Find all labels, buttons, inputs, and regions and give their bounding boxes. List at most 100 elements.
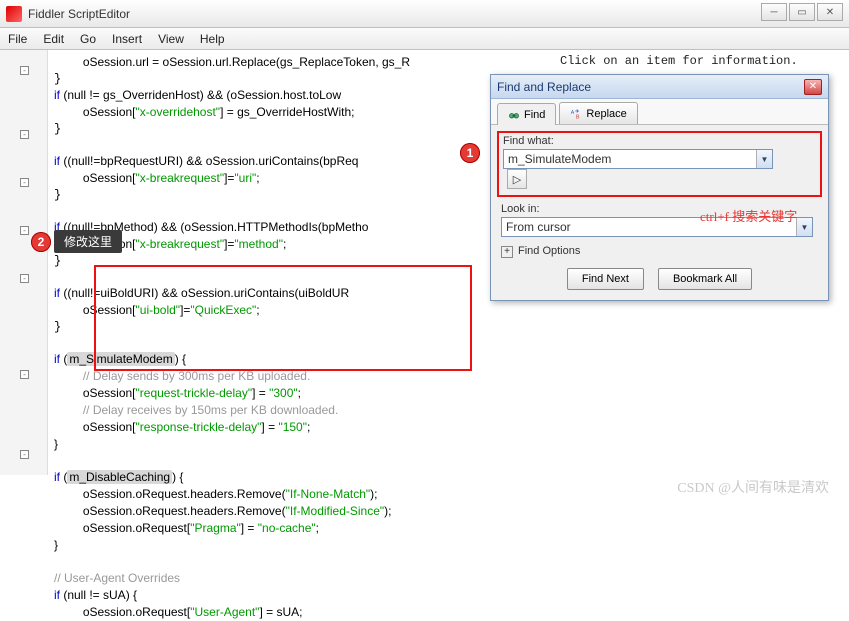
code-text: } [54, 538, 58, 552]
code-text: ); [384, 504, 391, 518]
code-string: "request-trickle-delay" [136, 386, 253, 400]
code-text: ((null!=bpRequestURI) && oSession.uriCon… [60, 154, 358, 168]
code-highlight: m_SimulateModem [67, 352, 174, 366]
code-text: ; [283, 237, 286, 251]
code-text: ] = gs_OverrideHostWith; [220, 105, 354, 119]
replace-icon: AB [570, 108, 582, 120]
find-options-label: Find Options [518, 245, 580, 257]
code-string: "User-Agent" [190, 605, 259, 619]
find-buttons: Find Next Bookmark All [501, 268, 818, 290]
close-button[interactable]: ✕ [817, 3, 843, 21]
code-text: ; [307, 420, 310, 434]
annotation-badge-2: 2 [31, 232, 51, 252]
code-comment: // Delay sends by 300ms per KB uploaded. [83, 369, 310, 383]
find-what-label: Find what: [503, 135, 816, 147]
fold-toggle-icon[interactable]: - [20, 370, 29, 379]
window-controls: ─ ▭ ✕ [761, 3, 843, 21]
find-go-button[interactable]: ▷ [507, 169, 527, 189]
dropdown-arrow-icon[interactable]: ▼ [796, 218, 812, 236]
code-text: ; [316, 521, 319, 535]
annotation-badge-1: 1 [460, 143, 480, 163]
watermark: CSDN @人间有味是清欢 [677, 477, 829, 497]
binoculars-icon [508, 109, 520, 121]
code-text: oSession.oRequest.headers.Remove( [83, 504, 286, 518]
find-options-row[interactable]: + Find Options [501, 245, 818, 258]
window-title: Fiddler ScriptEditor [28, 7, 130, 21]
annotation-modify-here: 修改这里 [54, 230, 122, 253]
code-string: "no-cache" [258, 521, 316, 535]
fold-toggle-icon[interactable]: - [20, 130, 29, 139]
menu-view[interactable]: View [158, 32, 184, 46]
menu-help[interactable]: Help [200, 32, 225, 46]
code-text: (null != sUA) { [60, 588, 137, 602]
code-text: oSession[ [83, 386, 136, 400]
svg-text:B: B [576, 114, 580, 120]
code-ident: m_DisableCaching [67, 470, 172, 484]
code-string: "Pragma" [190, 521, 241, 535]
code-text: oSession[ [83, 303, 136, 317]
svg-text:A: A [571, 110, 575, 116]
tab-find-label: Find [524, 109, 545, 121]
code-text: ] = [252, 386, 269, 400]
code-string: "response-trickle-delay" [136, 420, 262, 434]
code-text: ] = [261, 420, 278, 434]
code-text: ); [370, 487, 377, 501]
code-text: oSession.oRequest.headers.Remove( [83, 487, 286, 501]
find-replace-dialog: Find and Replace ✕ Find AB Replace Find … [490, 74, 829, 301]
find-dialog-titlebar[interactable]: Find and Replace ✕ [491, 75, 828, 99]
code-text: oSession.url = oSession.url.Replace(gs_R… [83, 55, 410, 69]
code-text: ; [256, 303, 259, 317]
menu-go[interactable]: Go [80, 32, 96, 46]
tab-find[interactable]: Find [497, 103, 556, 125]
annotation-ctrlf: ctrl+f 搜索关键字 [700, 206, 797, 225]
find-tabs: Find AB Replace [491, 99, 828, 125]
code-text: ]= [224, 171, 234, 185]
code-string: "method" [234, 237, 283, 251]
menubar: File Edit Go Insert View Help [0, 28, 849, 50]
fold-gutter: - - - - - - - [0, 50, 48, 475]
fold-toggle-icon[interactable]: - [20, 450, 29, 459]
find-close-button[interactable]: ✕ [804, 79, 822, 95]
find-next-button[interactable]: Find Next [567, 268, 644, 290]
menu-file[interactable]: File [8, 32, 27, 46]
bookmark-all-button[interactable]: Bookmark All [658, 268, 752, 290]
app-logo-icon [6, 6, 22, 22]
code-string: "uri" [234, 171, 256, 185]
code-text: ) { [175, 352, 186, 366]
code-text: } [54, 437, 58, 451]
code-comment: // User-Agent Overrides [54, 571, 180, 585]
code-text: ] = [241, 521, 258, 535]
fold-toggle-icon[interactable]: - [20, 274, 29, 283]
maximize-button[interactable]: ▭ [789, 3, 815, 21]
code-text: ((null!=uiBoldURI) && oSession.uriContai… [60, 286, 349, 300]
find-dialog-title: Find and Replace [497, 80, 591, 94]
minimize-button[interactable]: ─ [761, 3, 787, 21]
fold-toggle-icon[interactable]: - [20, 226, 29, 235]
tab-replace[interactable]: AB Replace [559, 102, 637, 124]
code-text: ; [298, 386, 301, 400]
expand-icon[interactable]: + [501, 246, 513, 258]
menu-edit[interactable]: Edit [43, 32, 64, 46]
fold-toggle-icon[interactable]: - [20, 178, 29, 187]
code-text: oSession.oRequest[ [83, 521, 190, 535]
code-comment: // Delay receives by 150ms per KB downlo… [83, 403, 338, 417]
code-string: "ui-bold" [136, 303, 181, 317]
code-text: ] = sUA; [259, 605, 302, 619]
code-text: (null != gs_OverridenHost) && (oSession.… [60, 88, 341, 102]
code-text: ]= [180, 303, 190, 317]
code-text: oSession[ [83, 171, 136, 185]
menu-insert[interactable]: Insert [112, 32, 142, 46]
titlebar: Fiddler ScriptEditor [0, 0, 849, 28]
code-string: "If-None-Match" [286, 487, 371, 501]
annotation-box-findwhat: Find what: m_SimulateModem ▼ ▷ [497, 131, 822, 197]
code-string: "300" [269, 386, 298, 400]
code-text: oSession[ [83, 420, 136, 434]
code-string: "QuickExec" [190, 303, 256, 317]
find-what-input[interactable]: m_SimulateModem ▼ [503, 149, 773, 169]
dropdown-arrow-icon[interactable]: ▼ [756, 150, 772, 168]
code-string: "x-breakrequest" [136, 171, 225, 185]
code-text: oSession[ [83, 105, 136, 119]
code-string: "x-overridehost" [136, 105, 221, 119]
fold-toggle-icon[interactable]: - [20, 66, 29, 75]
find-what-value: m_SimulateModem [508, 152, 611, 166]
